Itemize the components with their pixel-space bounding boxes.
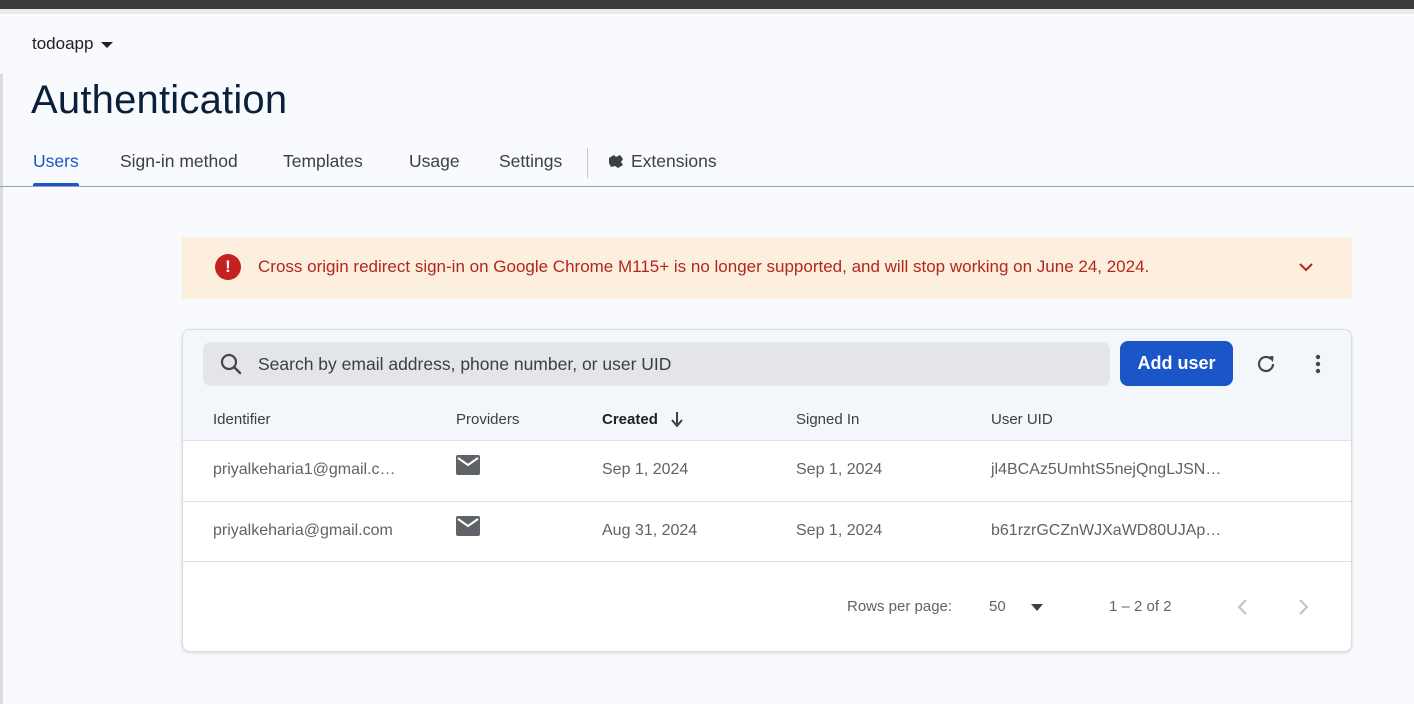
tab-sign-in-method[interactable]: Sign-in method: [120, 151, 238, 172]
project-selector[interactable]: todoapp: [32, 34, 114, 54]
tab-users[interactable]: Users: [33, 151, 79, 186]
column-header-signed-in[interactable]: Signed In: [796, 411, 859, 428]
cell-identifier: priyalkeharia@gmail.com: [213, 522, 393, 539]
cell-created: Aug 31, 2024: [602, 522, 698, 539]
project-name: todoapp: [32, 34, 94, 53]
page-title: Authentication: [31, 78, 288, 122]
pagination-range: 1 – 2 of 2: [1109, 598, 1172, 615]
table-row[interactable]: priyalkeharia@gmail.com Aug 31, 2024 Sep…: [183, 501, 1351, 562]
column-header-created[interactable]: Created: [602, 411, 684, 428]
tab-divider: [587, 148, 588, 178]
tab-bar: Users Sign-in method Templates Usage Set…: [0, 142, 1414, 187]
add-user-button[interactable]: Add user: [1120, 341, 1233, 386]
cell-signed-in: Sep 1, 2024: [796, 461, 883, 478]
search-bar[interactable]: [203, 342, 1110, 386]
cell-identifier: priyalkeharia1@gmail.c…: [213, 461, 396, 478]
users-table-card: Add user Identifier Providers Created Si…: [182, 329, 1352, 652]
cell-user-uid: jl4BCAz5UmhtS5nejQngLJSN…: [991, 461, 1222, 478]
table-row[interactable]: priyalkeharia1@gmail.c… Sep 1, 2024 Sep …: [183, 440, 1351, 501]
tab-extensions[interactable]: Extensions: [607, 151, 717, 172]
cell-user-uid: b61rzrGCZnWJXaWD80UJAp…: [991, 522, 1222, 539]
chevron-down-icon[interactable]: [1298, 259, 1314, 275]
search-input[interactable]: [258, 342, 1098, 386]
column-header-providers[interactable]: Providers: [456, 411, 519, 428]
column-header-identifier[interactable]: Identifier: [213, 411, 271, 428]
email-icon: [456, 516, 480, 536]
tab-settings[interactable]: Settings: [499, 151, 562, 172]
chevron-right-icon[interactable]: [1296, 598, 1310, 616]
chevron-left-icon[interactable]: [1236, 598, 1250, 616]
table-toolbar: Add user Identifier Providers Created Si…: [183, 330, 1351, 440]
refresh-icon[interactable]: [1254, 352, 1278, 376]
column-header-created-label: Created: [602, 411, 658, 428]
table-divider: [183, 561, 1351, 562]
caret-down-icon[interactable]: [1031, 604, 1043, 611]
browser-top-bar: [0, 0, 1414, 14]
search-icon: [220, 353, 242, 375]
column-header-user-uid[interactable]: User UID: [991, 411, 1053, 428]
more-vert-icon[interactable]: [1306, 352, 1330, 376]
cell-created: Sep 1, 2024: [602, 461, 689, 478]
error-icon: !: [215, 254, 241, 280]
caret-down-icon: [101, 41, 114, 48]
warning-banner: ! Cross origin redirect sign-in on Googl…: [182, 237, 1352, 299]
rows-per-page-label: Rows per page:: [847, 598, 953, 615]
rows-per-page-select[interactable]: 50: [989, 598, 1006, 615]
tab-templates[interactable]: Templates: [283, 151, 363, 172]
tab-usage[interactable]: Usage: [409, 151, 460, 172]
extensions-icon: [609, 155, 623, 168]
banner-message: Cross origin redirect sign-in on Google …: [258, 257, 1150, 276]
email-icon: [456, 455, 480, 475]
sort-descending-icon[interactable]: [670, 411, 684, 427]
cell-signed-in: Sep 1, 2024: [796, 522, 883, 539]
tab-extensions-label: Extensions: [631, 151, 717, 171]
